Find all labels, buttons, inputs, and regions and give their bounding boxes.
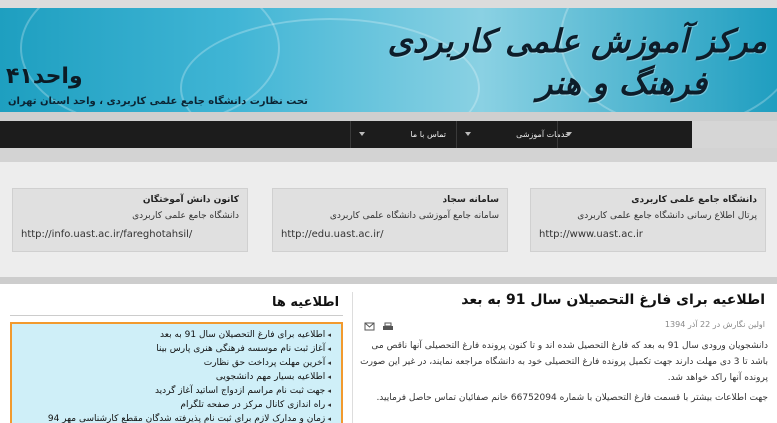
- top-strip: [0, 0, 777, 8]
- card-url[interactable]: http://www.uast.ac.ir: [539, 229, 757, 240]
- link-card-alumni[interactable]: کانون دانش آموختگان دانشگاه جامع علمی کا…: [12, 188, 248, 252]
- article-paragraph: جهت اطلاعات بیشتر با قسمت فارغ التحصیلان…: [376, 393, 768, 403]
- announcement-link[interactable]: زمان و مدارک لازم برای ثبت نام پذیرفته ش…: [16, 412, 331, 423]
- link-card-sajad[interactable]: سامانه سجاد سامانه جامع آموزشی دانشگاه ع…: [272, 188, 508, 252]
- article-title[interactable]: اطلاعیه برای فارغ التحصیلان سال 91 به بع…: [461, 292, 765, 308]
- announcement-link[interactable]: اطلاعیه بسیار مهم دانشجویی: [16, 370, 331, 384]
- header-banner: مرکز آموزش علمی کاربردی فرهنگ و هنر واحد…: [0, 8, 777, 112]
- card-description: سامانه جامع آموزشی دانشگاه علمی کاربردی: [329, 211, 499, 221]
- card-url[interactable]: http://edu.uast.ac.ir/: [281, 229, 499, 240]
- nav-item-contact[interactable]: تماس با ما: [350, 121, 456, 148]
- sidebar-title-rule: [10, 315, 343, 316]
- banner-title: مرکز آموزش علمی کاربردی فرهنگ و هنر: [337, 20, 767, 106]
- card-description: پرتال اطلاع رسانی دانشگاه جامع علمی کارب…: [577, 211, 757, 221]
- header-divider: [0, 112, 777, 121]
- chevron-down-icon: [465, 132, 471, 136]
- content-divider: [0, 277, 777, 284]
- banner-branch: واحد۴۱: [6, 64, 83, 89]
- article-body: دانشجویان ورودی سال 91 به بعد که فارغ ال…: [360, 338, 768, 406]
- card-title: سامانه سجاد: [442, 195, 500, 205]
- announcements-box: اطلاعیه برای فارغ التحصیلان سال 91 به بع…: [10, 322, 343, 423]
- card-title: کانون دانش آموختگان: [142, 195, 239, 205]
- announcement-link[interactable]: جهت ثبت نام مراسم ازدواج اساتید آغاز گرد…: [16, 384, 331, 398]
- link-card-uast[interactable]: دانشگاه جامع علمی کاربردی پرتال اطلاع رس…: [530, 188, 766, 252]
- nav-right-blank: [692, 121, 777, 148]
- card-url[interactable]: http://info.uast.ac.ir/fareghotahsil/: [21, 229, 239, 240]
- column-divider: [352, 292, 353, 423]
- announcement-link[interactable]: آخرین مهلت پرداخت حق نظارت: [16, 356, 331, 370]
- email-icon[interactable]: [364, 322, 375, 331]
- card-title: دانشگاه جامع علمی کاربردی: [631, 195, 757, 205]
- print-icon[interactable]: [383, 322, 393, 330]
- sidebar-title: اطلاعیه ها: [272, 295, 340, 310]
- announcement-link[interactable]: اطلاعیه برای فارغ التحصیلان سال 91 به بع…: [16, 328, 331, 342]
- page: مرکز آموزش علمی کاربردی فرهنگ و هنر واحد…: [0, 0, 777, 423]
- article-date: اولین نگارش در 22 آذر 1394: [664, 320, 765, 329]
- article-tools-icons: [364, 322, 393, 331]
- chevron-down-icon: [566, 132, 572, 136]
- announcement-link[interactable]: آغاز ثبت نام موسسه فرهنگی هنری پارس بینا: [16, 342, 331, 356]
- banner-subtitle: تحت نظارت دانشگاه جامع علمی کاربردی ، وا…: [8, 96, 308, 107]
- article-paragraph: دانشجویان ورودی سال 91 به بعد که فارغ ال…: [360, 341, 768, 383]
- banner-title-line1: مرکز آموزش علمی کاربردی: [387, 22, 767, 60]
- announcement-link[interactable]: راه اندازی کانال مرکز در صفحه تلگرام: [16, 398, 331, 412]
- banner-title-line2: فرهنگ و هنر: [536, 64, 707, 102]
- nav-item-home[interactable]: [557, 121, 692, 148]
- chevron-down-icon: [359, 132, 365, 136]
- nav-item-label: تماس با ما: [410, 130, 446, 139]
- nav-underbar: [0, 148, 777, 162]
- card-description: دانشگاه جامع علمی کاربردی: [132, 211, 239, 221]
- article-tools: [364, 317, 394, 331]
